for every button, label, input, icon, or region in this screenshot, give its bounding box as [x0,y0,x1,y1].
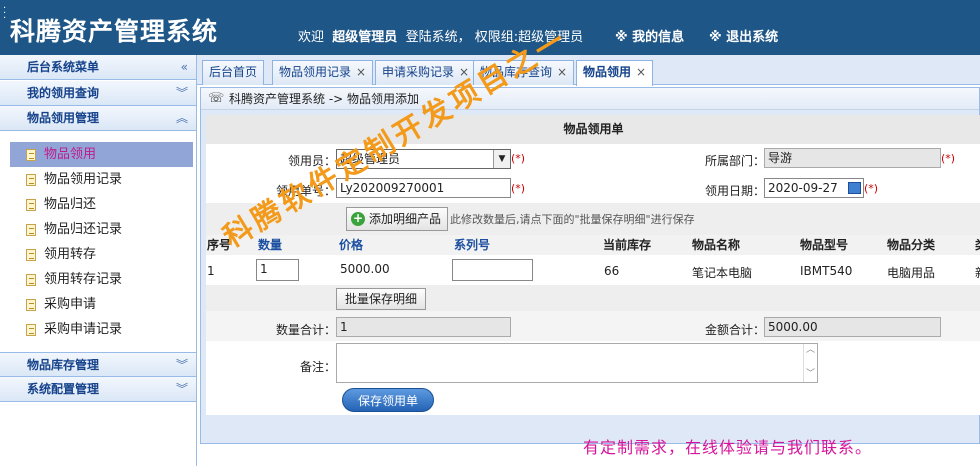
welcome-prefix: 欢迎 [298,30,325,45]
tab-bar: 后台首页 物品领用记录 × 申请采购记录 × 物品库存查询 × 物品领用 × [197,55,980,86]
col-stock: 当前库存 [603,238,652,252]
department-field[interactable]: 导游 [764,148,941,168]
sidebar-item-item-use-records[interactable]: 物品领用记录 [0,167,196,192]
close-icon[interactable]: × [636,65,646,79]
document-icon [26,199,36,211]
sidebar: 后台系统菜单 « 我的领用查询 ︾ 物品领用管理 ︽ 物品领用 物品领用记录 物… [0,55,197,466]
col-model: 物品型号 [800,238,849,252]
collapse-up-icon[interactable]: ︽ [176,106,188,131]
add-icon: + [351,211,365,226]
sidebar-item-item-return[interactable]: 物品归还 [0,192,196,217]
col-price[interactable]: 价格 [339,236,363,253]
app-header: · · · 科腾资产管理系统 欢迎 超级管理员 登陆系统， 权限组:超级管理员 ※ … [0,0,980,55]
tab-home[interactable]: 后台首页 [202,60,265,85]
row-category: 电脑用品 [887,266,936,280]
batch-save-button[interactable]: 批量保存明细 [336,288,427,310]
sidebar-item-list: 物品领用 物品领用记录 物品归还 物品归还记录 领用转存 领用转存记录 采购申请 [0,142,196,342]
breadcrumb: ☏ 科腾资产管理系统 -> 物品领用添加 [201,88,979,110]
qty-input[interactable]: 1 [256,259,299,281]
document-icon [26,324,36,336]
required-mark: (*) [511,152,526,165]
sidebar-item-item-return-records[interactable]: 物品归还记录 [0,217,196,242]
sidebar-group-my-requests[interactable]: 我的领用查询 ︾ [0,81,196,106]
document-icon [26,149,36,161]
col-category: 物品分类 [887,238,936,252]
required-mark: (*) [864,182,879,195]
serial-input[interactable] [452,259,533,281]
expand-down-icon[interactable]: ︾ [176,377,188,402]
save-requisition-button[interactable]: 保存领用单 [342,388,434,412]
batch-save-row [206,285,980,311]
remark-label: 备注： [299,360,336,374]
calendar-icon[interactable] [848,182,861,194]
current-user: 超级管理员 [332,30,398,45]
qty-total-field: 1 [336,317,511,337]
chevron-down-icon: ▼ [493,150,510,168]
date-field[interactable]: 2020-09-27 [764,178,864,198]
col-extra: 类 [975,236,980,253]
row-name: 笔记本电脑 [692,266,753,280]
form-title: 物品领用单 [206,115,980,144]
row-model: IBMT540 [800,264,853,278]
document-icon [26,299,36,311]
content-panel: ☏ 科腾资产管理系统 -> 物品领用添加 物品领用单 领用员： 超级管理员 ▼ … [200,87,980,444]
drag-handle-icon[interactable]: · · · [3,4,6,24]
required-mark: (*) [941,152,956,165]
tab-item-use-records[interactable]: 物品领用记录 × [272,60,374,85]
col-name: 物品名称 [692,238,741,252]
sidebar-group-inventory[interactable]: 物品库存管理 ︾ [0,352,196,377]
hand-icon: ☏ [208,91,225,106]
sidebar-item-item-use[interactable]: 物品领用 [10,142,193,167]
amount-total-label: 金额合计： [704,323,765,337]
my-info-link[interactable]: ※ 我的信息 [615,26,684,45]
add-detail-button[interactable]: + 添加明细产品 [346,207,449,231]
department-label: 所属部门： [704,154,765,168]
sidebar-bottom-groups: 物品库存管理 ︾ 系统配置管理 ︾ [0,352,196,402]
close-icon[interactable]: × [356,65,366,79]
close-icon[interactable]: × [557,65,567,79]
scrollbar[interactable]: ︿ ﹀ [803,344,817,382]
row-stock: 66 [604,264,620,278]
row-extra: 新 [975,264,980,281]
document-icon [26,224,36,236]
collapse-left-icon[interactable]: « [181,55,188,80]
qty-total-label: 数量合计： [275,323,336,337]
amount-total-field: 5000.00 [764,317,941,337]
document-icon [26,274,36,286]
sidebar-group-config[interactable]: 系统配置管理 ︾ [0,377,196,402]
document-icon [26,249,36,261]
app-title: 科腾资产管理系统 [10,17,219,46]
hint-text: 此修改数量后,请点下面的"批量保存明细"进行保存 [450,213,695,226]
detail-table-header [206,235,980,255]
sidebar-item-transfer-records[interactable]: 领用转存记录 [0,267,196,292]
tab-item-use[interactable]: 物品领用 × [576,60,654,86]
sidebar-item-purchase-request[interactable]: 采购申请 [0,292,196,317]
logout-link[interactable]: ※ 退出系统 [709,26,778,45]
col-serial[interactable]: 系列号 [454,236,490,253]
expand-down-icon[interactable]: ︾ [176,353,188,378]
date-label: 领用日期： [704,184,765,198]
sidebar-item-purchase-request-records[interactable]: 采购申请记录 [0,317,196,342]
footer-note: 有定制需求，在线体验请与我们联系。 [583,438,873,457]
expand-down-icon[interactable]: ︾ [176,81,188,106]
document-icon [26,174,36,186]
sidebar-item-transfer[interactable]: 领用转存 [0,242,196,267]
required-mark: (*) [511,182,526,195]
price-input[interactable]: 5000.00 [336,259,416,281]
sidebar-menu-title: 后台系统菜单 « [0,55,196,80]
remark-textarea[interactable]: ︿ ﹀ [336,343,818,383]
row-index: 1 [207,264,215,278]
sidebar-group-item-use[interactable]: 物品领用管理 ︽ [0,106,196,131]
order-no-field[interactable]: Ly202009270001 [336,178,511,198]
